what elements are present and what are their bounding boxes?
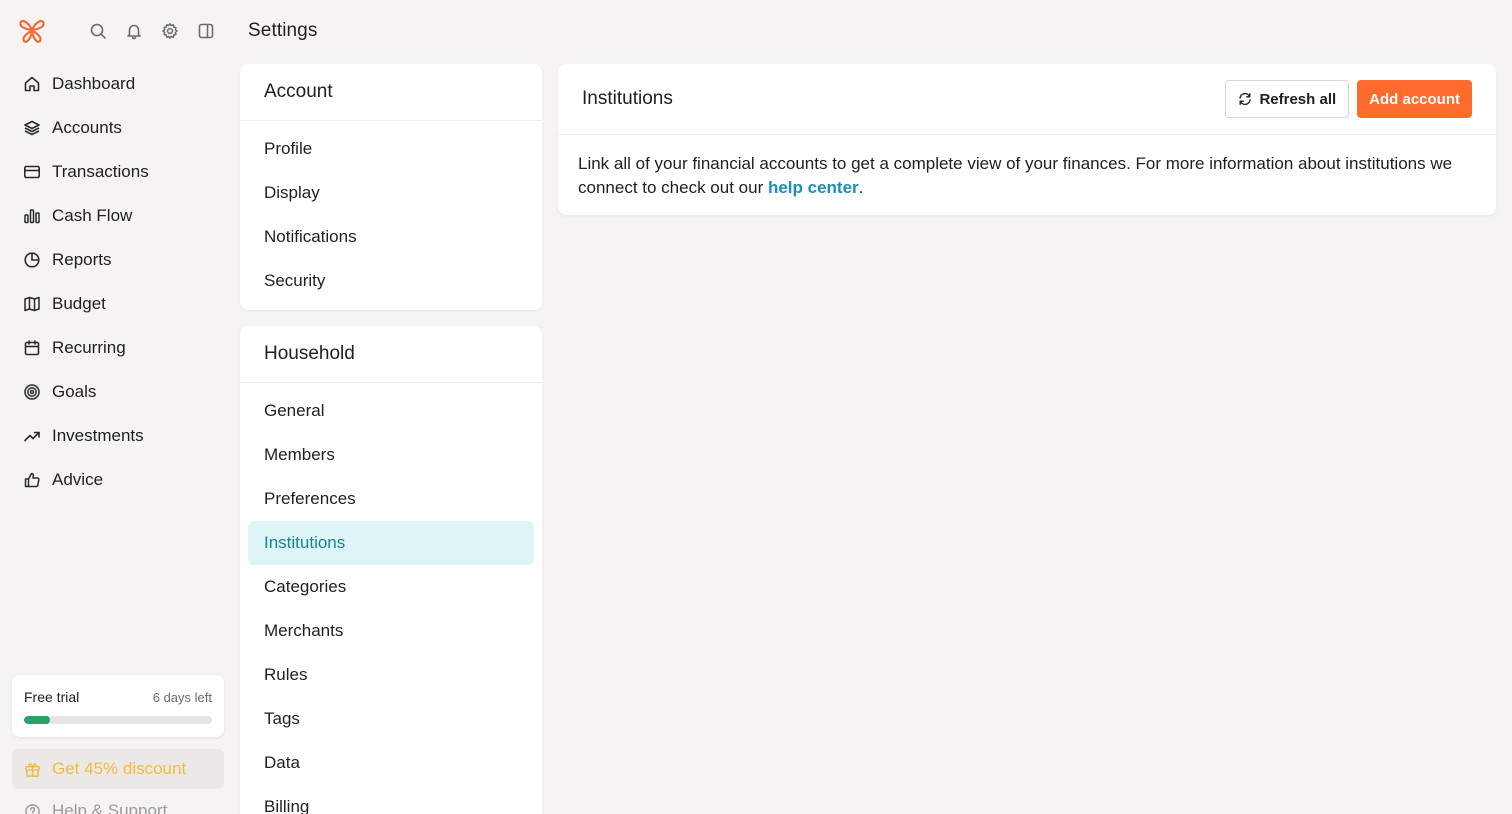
refresh-icon xyxy=(1239,92,1252,106)
help-support-link[interactable]: Help & Support xyxy=(24,801,167,814)
gift-icon xyxy=(25,762,40,777)
top-bar xyxy=(0,0,240,64)
settings-item-institutions[interactable]: Institutions xyxy=(248,521,534,565)
free-trial-card: Free trial 6 days left xyxy=(12,675,224,737)
help-center-link[interactable]: help center xyxy=(768,178,859,197)
sidebar-item-cash-flow[interactable]: Cash Flow xyxy=(12,194,224,238)
sidebar-item-reports[interactable]: Reports xyxy=(12,238,224,282)
description-text: Link all of your financial accounts to g… xyxy=(578,154,1453,197)
settings-item-rules[interactable]: Rules xyxy=(248,653,534,697)
map-icon xyxy=(24,296,40,312)
sidebar-item-investments[interactable]: Investments xyxy=(12,414,224,458)
sidebar-item-label: Budget xyxy=(52,294,106,313)
thumbs-up-icon xyxy=(24,472,40,488)
calendar-icon xyxy=(24,340,40,356)
settings-item-notifications[interactable]: Notifications xyxy=(248,215,534,259)
gear-icon[interactable] xyxy=(161,22,179,40)
institutions-title: Institutions xyxy=(582,88,673,109)
target-icon xyxy=(24,384,40,400)
sidebar-item-label: Goals xyxy=(52,382,97,401)
home-icon xyxy=(24,76,40,92)
trial-progress-bar xyxy=(24,716,212,724)
institutions-panel: Institutions Refresh all Add account Lin… xyxy=(558,64,1496,215)
settings-item-tags[interactable]: Tags xyxy=(248,697,534,741)
sidebar-item-label: Advice xyxy=(52,470,104,489)
sidebar-toggle-icon[interactable] xyxy=(197,22,215,40)
household-section-title: Household xyxy=(240,326,542,383)
settings-item-billing[interactable]: Billing xyxy=(248,785,534,814)
settings-item-security[interactable]: Security xyxy=(248,259,534,303)
sidebar-item-recurring[interactable]: Recurring xyxy=(12,326,224,370)
sidebar-item-budget[interactable]: Budget xyxy=(12,282,224,326)
help-label: Help & Support xyxy=(52,801,168,814)
settings-item-categories[interactable]: Categories xyxy=(248,565,534,609)
account-section-title: Account xyxy=(240,64,542,121)
sidebar-item-label: Transactions xyxy=(52,162,149,181)
household-settings-card: Household General Members Preferences In… xyxy=(240,326,542,814)
settings-item-members[interactable]: Members xyxy=(248,433,534,477)
discount-label: Get 45% discount xyxy=(52,759,187,778)
settings-item-display[interactable]: Display xyxy=(248,171,534,215)
account-settings-card: Account Profile Display Notifications Se… xyxy=(240,64,542,310)
settings-item-general[interactable]: General xyxy=(248,389,534,433)
sidebar-item-advice[interactable]: Advice xyxy=(12,458,224,502)
settings-item-merchants[interactable]: Merchants xyxy=(248,609,534,653)
sidebar-item-transactions[interactable]: Transactions xyxy=(12,150,224,194)
bar-chart-icon xyxy=(24,209,40,224)
search-icon[interactable] xyxy=(89,22,107,40)
logo-icon[interactable] xyxy=(18,17,46,45)
sidebar-nav: Dashboard Accounts Transactions Cash Flo… xyxy=(12,62,224,502)
institutions-description: Link all of your financial accounts to g… xyxy=(558,135,1496,200)
credit-card-icon xyxy=(23,165,40,179)
sidebar-item-goals[interactable]: Goals xyxy=(12,370,224,414)
layers-icon xyxy=(24,120,40,136)
bell-icon[interactable] xyxy=(125,22,143,40)
sidebar-item-dashboard[interactable]: Dashboard xyxy=(12,62,224,106)
sidebar-item-label: Investments xyxy=(52,426,144,445)
trending-up-icon xyxy=(24,431,40,442)
sidebar-item-label: Recurring xyxy=(52,338,126,357)
discount-button[interactable]: Get 45% discount xyxy=(12,749,224,789)
sidebar-item-label: Dashboard xyxy=(52,74,136,93)
refresh-all-button[interactable]: Refresh all xyxy=(1225,80,1350,118)
sidebar-item-label: Reports xyxy=(52,250,112,269)
sidebar-item-accounts[interactable]: Accounts xyxy=(12,106,224,150)
page-title: Settings xyxy=(248,20,318,41)
sidebar-item-label: Accounts xyxy=(52,118,122,137)
help-icon xyxy=(25,803,40,814)
settings-item-preferences[interactable]: Preferences xyxy=(248,477,534,521)
sidebar-item-label: Cash Flow xyxy=(52,206,133,225)
refresh-all-label: Refresh all xyxy=(1259,90,1337,108)
trial-days-left: 6 days left xyxy=(152,689,212,705)
add-account-button[interactable]: Add account xyxy=(1357,80,1472,118)
pie-chart-icon xyxy=(24,252,40,268)
trial-progress-fill xyxy=(24,716,51,724)
settings-item-data[interactable]: Data xyxy=(248,741,534,785)
trial-title: Free trial xyxy=(24,689,80,705)
settings-item-profile[interactable]: Profile xyxy=(248,127,534,171)
description-end: . xyxy=(858,178,864,197)
